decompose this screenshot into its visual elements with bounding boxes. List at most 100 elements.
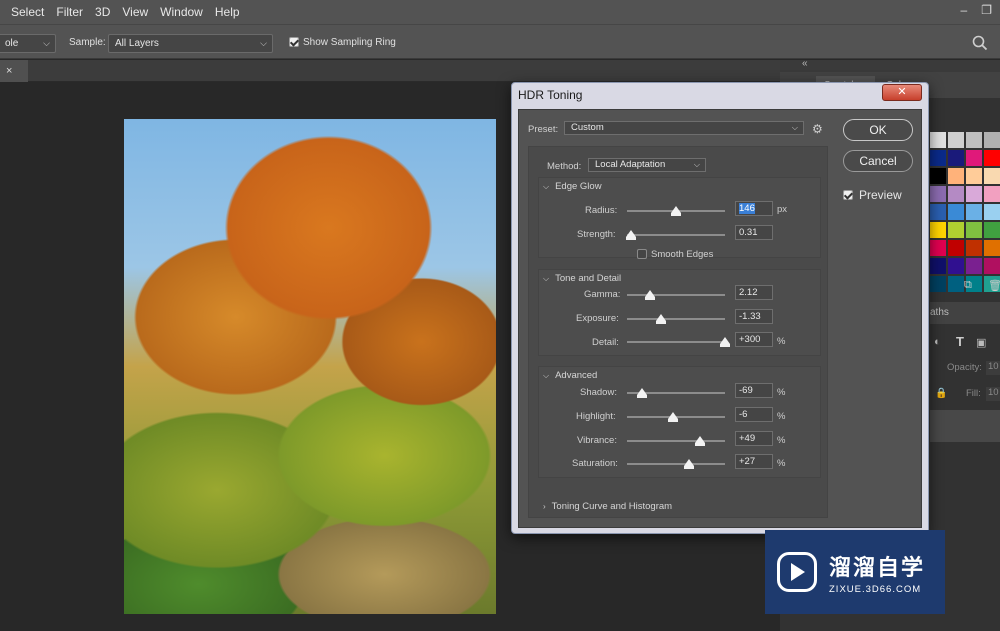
ok-button[interactable]: OK xyxy=(843,119,913,141)
restore-button[interactable]: ❐ xyxy=(981,3,992,17)
collapse-icon[interactable]: « xyxy=(802,58,808,69)
swatch[interactable] xyxy=(984,240,1000,256)
swatch[interactable] xyxy=(930,150,946,166)
swatch[interactable] xyxy=(966,168,982,184)
shadow-slider[interactable] xyxy=(627,388,725,398)
document-tab[interactable]: × xyxy=(0,60,28,82)
swatch[interactable] xyxy=(948,186,964,202)
lock-icon[interactable]: 🔒 xyxy=(935,388,947,399)
layer-filter-icon[interactable]: ◐ xyxy=(934,336,941,348)
swatch[interactable] xyxy=(930,186,946,202)
vibrance-thumb[interactable] xyxy=(694,436,705,446)
swatch[interactable] xyxy=(948,276,964,292)
swatch[interactable] xyxy=(948,132,964,148)
close-icon[interactable]: × xyxy=(6,65,12,77)
document-image[interactable] xyxy=(124,119,496,614)
swatch[interactable] xyxy=(966,222,982,238)
search-icon[interactable] xyxy=(972,35,988,51)
minimize-button[interactable]: – xyxy=(961,3,968,17)
swatch[interactable] xyxy=(930,258,946,274)
swatch[interactable] xyxy=(984,258,1000,274)
method-dropdown[interactable]: Local Adaptation ⌵ xyxy=(588,158,706,172)
swatch[interactable] xyxy=(930,204,946,220)
menu-3d[interactable]: 3D xyxy=(89,5,116,19)
swatch[interactable] xyxy=(966,186,982,202)
gamma-slider[interactable] xyxy=(627,290,725,300)
strength-slider[interactable] xyxy=(625,230,725,240)
swatch[interactable] xyxy=(930,276,946,292)
sample-size-dropdown[interactable]: ole ⌵ xyxy=(0,34,56,53)
swatch[interactable] xyxy=(984,132,1000,148)
highlight-input[interactable]: -6 xyxy=(735,407,773,422)
strength-input[interactable]: 0.31 xyxy=(735,225,773,240)
menu-filter[interactable]: Filter xyxy=(50,5,89,19)
swatch[interactable] xyxy=(948,150,964,166)
swatch[interactable] xyxy=(966,258,982,274)
radius-input[interactable]: 146 xyxy=(735,201,773,216)
saturation-slider[interactable] xyxy=(627,459,725,469)
menu-help[interactable]: Help xyxy=(209,5,246,19)
highlight-thumb[interactable] xyxy=(668,412,679,422)
shape-layer-icon[interactable]: ▣ xyxy=(976,336,986,349)
swatch[interactable] xyxy=(948,222,964,238)
detail-thumb[interactable] xyxy=(720,337,730,347)
fill-input[interactable]: 10 xyxy=(986,387,1000,401)
menu-window[interactable]: Window xyxy=(154,5,209,19)
swatch[interactable] xyxy=(966,132,982,148)
type-layer-icon[interactable]: T xyxy=(956,334,964,349)
vibrance-slider[interactable] xyxy=(627,436,725,446)
swatch[interactable] xyxy=(966,240,982,256)
swatch[interactable] xyxy=(966,150,982,166)
detail-input[interactable]: +300 xyxy=(735,332,773,347)
layer-row[interactable] xyxy=(930,410,1000,442)
shadow-thumb[interactable] xyxy=(636,388,647,398)
swatch[interactable] xyxy=(930,222,946,238)
cancel-button[interactable]: Cancel xyxy=(843,150,913,172)
swatch[interactable] xyxy=(984,168,1000,184)
vibrance-unit: % xyxy=(777,435,786,446)
radius-slider[interactable] xyxy=(627,206,725,216)
tab-paths[interactable]: aths xyxy=(930,307,949,318)
strength-thumb[interactable] xyxy=(625,230,636,240)
tone-detail-title[interactable]: ⌵ Tone and Detail xyxy=(543,273,621,284)
swatch[interactable] xyxy=(930,240,946,256)
opacity-input[interactable]: 10 xyxy=(986,361,1000,375)
swatch[interactable] xyxy=(948,204,964,220)
swatch[interactable] xyxy=(930,168,946,184)
radius-thumb[interactable] xyxy=(671,206,681,216)
swatch[interactable] xyxy=(984,204,1000,220)
exposure-thumb[interactable] xyxy=(656,314,667,324)
swatch[interactable] xyxy=(984,150,1000,166)
gamma-thumb[interactable] xyxy=(644,290,655,300)
highlight-slider[interactable] xyxy=(627,412,725,422)
swatch[interactable] xyxy=(984,186,1000,202)
toning-curve-toggle[interactable]: › Toning Curve and Histogram xyxy=(543,501,672,512)
sample-dropdown[interactable]: All Layers ⌵ xyxy=(108,34,273,53)
trash-icon[interactable]: 🗑 xyxy=(988,279,1000,292)
edge-glow-title[interactable]: ⌵ Edge Glow xyxy=(543,181,602,192)
saturation-input[interactable]: +27 xyxy=(735,454,773,469)
menu-view[interactable]: View xyxy=(116,5,154,19)
new-swatch-icon[interactable]: ⧉ xyxy=(964,279,972,292)
swatch[interactable] xyxy=(948,168,964,184)
swatch[interactable] xyxy=(948,240,964,256)
menu-select[interactable]: Select xyxy=(0,5,50,19)
smooth-edges-checkbox[interactable] xyxy=(637,249,647,259)
close-button[interactable]: ✕ xyxy=(882,84,922,101)
shadow-input[interactable]: -69 xyxy=(735,383,773,398)
swatch[interactable] xyxy=(930,132,946,148)
show-sampling-ring-checkbox[interactable] xyxy=(289,37,299,47)
swatch[interactable] xyxy=(984,222,1000,238)
exposure-input[interactable]: -1.33 xyxy=(735,309,773,324)
gamma-input[interactable]: 2.12 xyxy=(735,285,773,300)
advanced-title[interactable]: ⌵ Advanced xyxy=(543,370,597,381)
exposure-slider[interactable] xyxy=(627,314,725,324)
gear-icon[interactable]: ⚙ xyxy=(812,122,823,136)
vibrance-input[interactable]: +49 xyxy=(735,431,773,446)
preview-checkbox[interactable] xyxy=(843,190,853,200)
detail-slider[interactable] xyxy=(627,337,730,347)
saturation-thumb[interactable] xyxy=(683,459,694,469)
swatch[interactable] xyxy=(948,258,964,274)
preset-dropdown[interactable]: Custom ⌵ xyxy=(564,121,804,135)
swatch[interactable] xyxy=(966,204,982,220)
